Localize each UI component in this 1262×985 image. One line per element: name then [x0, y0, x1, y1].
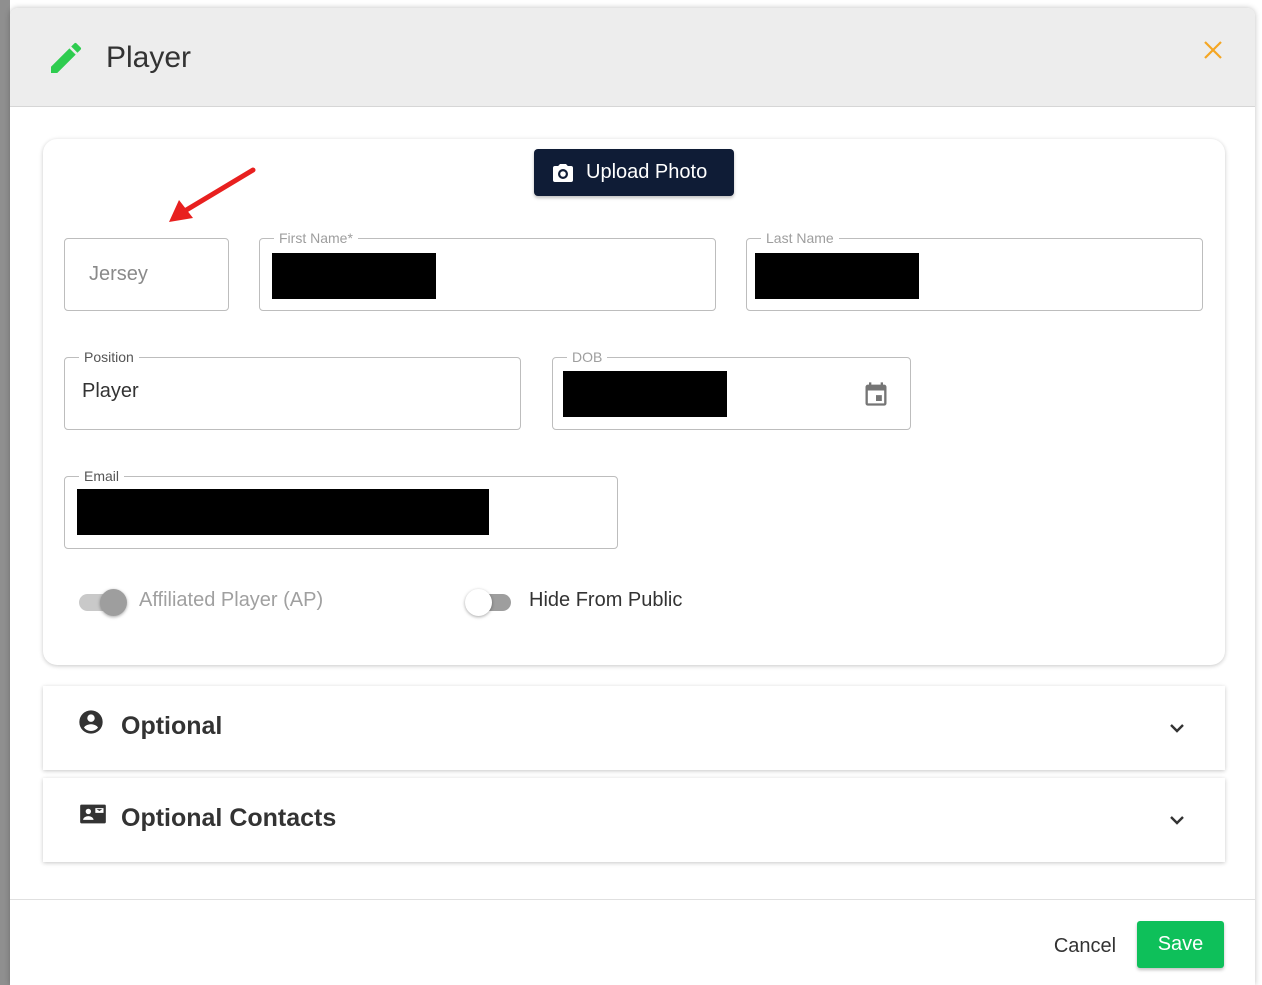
email-field[interactable]: Email — [64, 467, 618, 549]
last-name-label: Last Name — [761, 229, 839, 247]
optional-contacts-section-title: Optional Contacts — [121, 804, 337, 832]
first-name-field[interactable]: First Name* — [259, 229, 716, 311]
position-value: Player — [82, 380, 139, 402]
optional-contacts-section[interactable]: Optional Contacts — [43, 778, 1225, 862]
player-info-card: Upload Photo Jersey First Name* Last Nam… — [43, 139, 1225, 665]
calendar-icon[interactable] — [862, 380, 890, 408]
optional-section-title: Optional — [121, 712, 223, 740]
account-circle-icon — [79, 710, 103, 734]
dob-redacted-value — [563, 371, 727, 417]
email-label: Email — [79, 467, 125, 485]
cancel-button[interactable]: Cancel — [1040, 928, 1130, 964]
contact-mail-icon — [80, 804, 106, 824]
pencil-icon — [51, 42, 82, 73]
dialog-title: Player — [106, 41, 192, 74]
player-dialog: Player Upload Photo Jersey First Name* L… — [10, 8, 1255, 985]
first-name-label: First Name* — [274, 229, 358, 247]
hide-from-public-toggle[interactable] — [465, 588, 515, 616]
dialog-header: Player — [10, 8, 1255, 107]
affiliated-toggle-knob — [100, 589, 127, 616]
save-button[interactable]: Save — [1137, 921, 1224, 968]
last-name-field[interactable]: Last Name — [746, 229, 1203, 311]
optional-section[interactable]: Optional — [43, 686, 1225, 770]
email-redacted-value — [77, 489, 489, 535]
close-icon[interactable] — [1201, 38, 1225, 62]
annotation-arrow — [169, 167, 256, 222]
dob-field[interactable]: DOB — [552, 348, 911, 430]
position-label: Position — [79, 348, 139, 366]
camera-icon — [553, 163, 573, 182]
backdrop-edge — [0, 0, 10, 985]
footer-divider — [10, 899, 1255, 900]
jersey-placeholder: Jersey — [89, 263, 148, 285]
dob-label: DOB — [567, 348, 608, 366]
hide-public-toggle-knob — [465, 589, 492, 616]
first-name-redacted-value — [272, 253, 436, 299]
last-name-redacted-value — [755, 253, 919, 299]
affiliated-player-label: Affiliated Player (AP) — [139, 589, 324, 611]
affiliated-player-toggle[interactable] — [79, 588, 129, 616]
position-field[interactable]: Position Player — [64, 348, 521, 430]
upload-photo-button[interactable]: Upload Photo — [534, 149, 734, 196]
chevron-down-icon — [1170, 816, 1184, 825]
chevron-down-icon — [1170, 724, 1184, 733]
hide-from-public-label: Hide From Public — [529, 589, 683, 611]
upload-photo-label: Upload Photo — [586, 161, 708, 183]
jersey-field[interactable]: Jersey — [64, 238, 229, 311]
